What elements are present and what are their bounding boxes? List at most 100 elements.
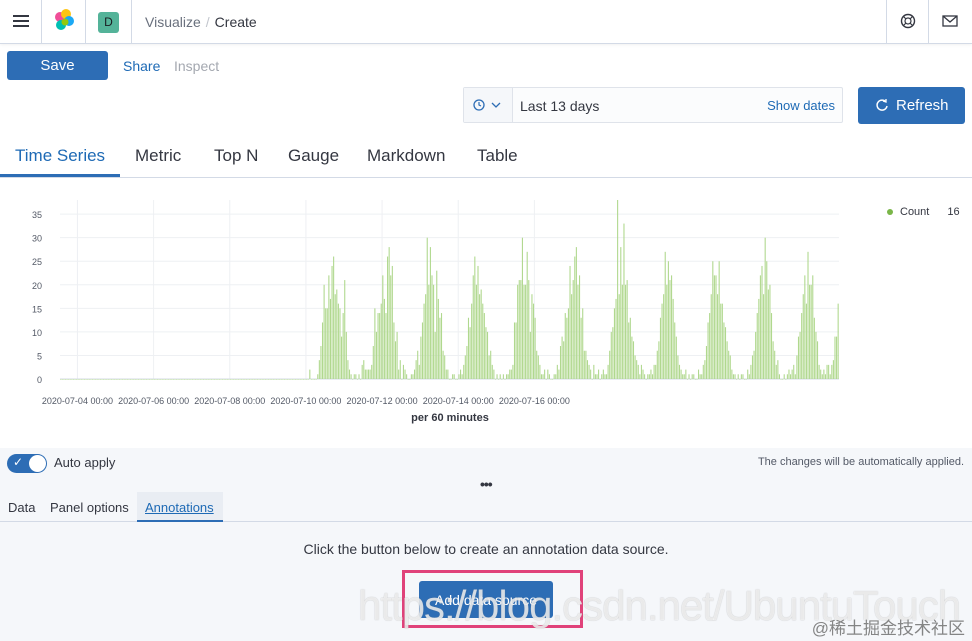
chart-bar	[678, 364, 681, 379]
date-range-text[interactable]: Last 13 days	[520, 98, 599, 114]
legend-label: Count	[900, 206, 930, 218]
chart-bar	[410, 374, 412, 379]
chart-bar	[63, 379, 65, 380]
breadcrumb-visualize[interactable]: Visualize	[145, 14, 201, 30]
refresh-button[interactable]: Refresh	[858, 87, 965, 124]
chart-bar	[236, 379, 238, 380]
chart-bar	[406, 374, 408, 379]
chart-bar	[191, 379, 193, 380]
watermark-site: @稀土掘金技术社区	[811, 619, 965, 638]
share-link[interactable]: Share	[123, 58, 160, 74]
quick-select-button[interactable]	[464, 88, 513, 122]
chart-bar	[344, 280, 346, 379]
chart-bar	[815, 331, 817, 379]
chart-bar	[296, 379, 298, 380]
hamburger-icon	[13, 15, 29, 17]
chart-bar	[83, 379, 86, 380]
chart-bar	[485, 327, 487, 379]
x-tick-label: 2020-07-14 00:00	[423, 396, 494, 406]
chart-bar	[618, 294, 620, 379]
chart-bar	[323, 284, 325, 379]
subtab-annotations[interactable]: Annotations	[145, 500, 214, 515]
chart-bar	[513, 322, 516, 379]
chart-bar	[212, 379, 214, 380]
chart-bar	[834, 336, 836, 379]
chart-bar	[339, 308, 341, 379]
chart-bar	[659, 317, 662, 379]
space-selector[interactable]: D	[86, 0, 132, 44]
chart-bar	[199, 379, 201, 380]
kibana-logo[interactable]	[42, 0, 86, 44]
subtab-panel-options[interactable]: Panel options	[50, 500, 129, 515]
newsfeed-button[interactable]	[929, 0, 972, 44]
chart-bar	[734, 374, 736, 379]
tab-top-n[interactable]: Top N	[214, 146, 258, 166]
chart-bar	[480, 289, 482, 379]
chart-bar	[810, 284, 812, 379]
tab-table[interactable]: Table	[477, 146, 518, 166]
chart-bar	[404, 369, 406, 379]
refresh-icon	[876, 99, 888, 111]
chart-bar	[813, 317, 815, 379]
chart-bar	[499, 374, 501, 379]
show-dates-link[interactable]: Show dates	[767, 98, 835, 113]
tab-metric[interactable]: Metric	[135, 146, 181, 166]
chart-bar	[329, 298, 332, 379]
chart-bar	[620, 247, 622, 379]
save-button[interactable]: Save	[7, 51, 108, 80]
chart-bar	[271, 379, 273, 380]
chart-bar	[823, 369, 825, 379]
resize-handle[interactable]: •••	[480, 476, 493, 492]
chart-bar	[498, 379, 500, 380]
chart-bar	[333, 256, 335, 379]
subtab-data[interactable]: Data	[8, 500, 35, 515]
chart-bar	[718, 261, 720, 379]
chart-bar	[785, 379, 787, 380]
chart-bar	[285, 379, 287, 380]
chart-bar	[818, 364, 820, 379]
chart-bar	[220, 379, 222, 380]
chart-bar	[637, 364, 639, 379]
chart-bar	[110, 379, 113, 380]
breadcrumb: Visualize / Create	[145, 14, 257, 30]
chart-bar	[101, 379, 103, 380]
chart-bar	[601, 374, 603, 379]
chart-bar	[510, 369, 512, 379]
chart-bar	[293, 379, 295, 380]
chart-bar	[780, 379, 782, 380]
time-series-chart: 0 5 10 15 20 25 30 35 2020-07-04 00:00 2020-07-06…	[32, 200, 839, 424]
chart-bar	[464, 355, 466, 379]
chart-bar	[68, 379, 70, 380]
chart-bar	[412, 374, 414, 379]
chart-bar	[794, 374, 796, 379]
tab-time-series[interactable]: Time Series	[15, 146, 105, 166]
chart-bar	[383, 298, 385, 379]
chart-bar	[664, 251, 666, 379]
chart-bar	[123, 379, 125, 380]
chart-bar	[799, 331, 801, 379]
tab-gauge[interactable]: Gauge	[288, 146, 339, 166]
auto-apply-toggle[interactable]: ✓	[7, 454, 47, 473]
chart-bar	[315, 379, 317, 380]
chart-bar	[544, 369, 546, 379]
chart-bar	[469, 327, 471, 379]
chart-bar	[761, 265, 763, 379]
x-tick-label: 2020-07-16 00:00	[499, 396, 570, 406]
chart-bar	[472, 275, 474, 379]
chart-bar	[69, 379, 71, 380]
menu-button[interactable]	[0, 0, 42, 44]
chart-bar	[651, 374, 654, 379]
tab-markdown[interactable]: Markdown	[367, 146, 445, 166]
chart-bar	[542, 374, 544, 379]
chart-bar	[491, 364, 493, 379]
chart-bar	[758, 298, 760, 379]
help-button[interactable]	[886, 0, 929, 44]
chart-bar	[502, 374, 504, 379]
chart-bar	[377, 313, 379, 379]
x-tick-label: 2020-07-12 00:00	[347, 396, 418, 406]
chart-bar	[314, 379, 316, 380]
chart-bar	[337, 303, 339, 379]
inspect-link[interactable]: Inspect	[174, 58, 219, 74]
chart-bar	[291, 379, 293, 380]
chart-bar	[642, 369, 644, 379]
